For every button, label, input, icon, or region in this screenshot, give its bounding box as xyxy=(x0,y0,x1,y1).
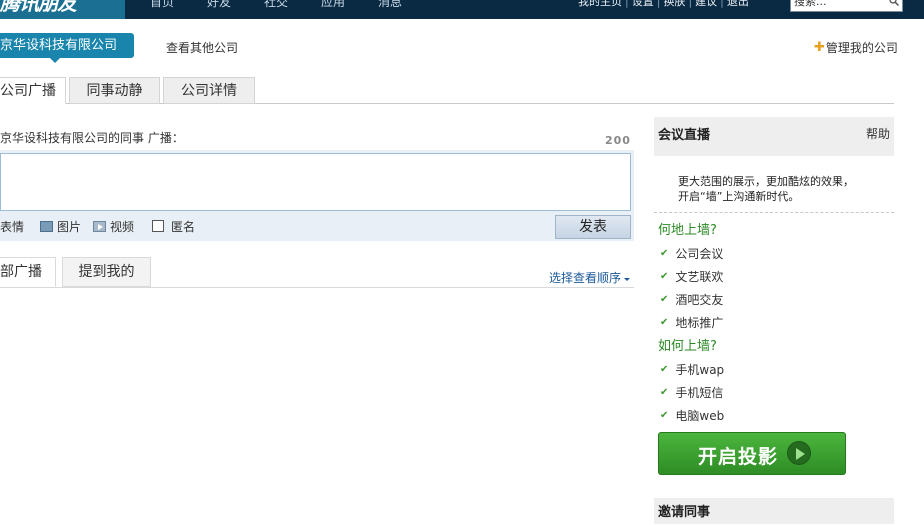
start-projection-label: 开启投影 xyxy=(698,446,779,468)
meeting-live-title: 会议直播 xyxy=(658,128,711,143)
help-link[interactable]: 帮助 xyxy=(866,125,890,142)
tab-all-broadcasts[interactable]: 部广播 xyxy=(0,257,56,287)
plus-icon: ✚ xyxy=(814,39,825,55)
tab-colleague-activity[interactable]: 同事动静 xyxy=(69,77,160,104)
feedback-link[interactable]: 建议 xyxy=(695,0,717,9)
publish-button[interactable]: 发表 xyxy=(555,215,631,239)
nav-messages[interactable]: 消息 xyxy=(378,0,435,9)
tab-company-broadcast[interactable]: 公司广播 xyxy=(0,77,66,104)
check-icon: ✔ xyxy=(660,387,669,398)
list-item-label: 酒吧交友 xyxy=(675,293,724,307)
list-item: ✔ 手机wap xyxy=(660,361,724,378)
company-name-tag[interactable]: 京华设科技有限公司 xyxy=(0,33,134,58)
image-icon xyxy=(40,220,54,232)
check-icon: ✔ xyxy=(660,248,669,259)
list-item: ✔ 手机短信 xyxy=(660,384,723,401)
video-label: 视频 xyxy=(110,219,135,234)
company-tabs: 公司广播 同事动静 公司详情 xyxy=(0,77,894,104)
anonymous-checkbox[interactable] xyxy=(152,220,165,232)
image-button[interactable]: 图片 xyxy=(40,218,81,235)
anonymous-label: 匿名 xyxy=(171,219,196,234)
where-title: 何地上墙? xyxy=(658,223,717,238)
settings-link[interactable]: 设置 xyxy=(632,0,654,9)
manage-company-link[interactable]: ✚ 管理我的公司 xyxy=(814,39,898,56)
divider: | xyxy=(656,0,661,8)
video-button[interactable]: 视频 xyxy=(93,218,134,235)
list-item-label: 电脑web xyxy=(675,409,725,423)
logout-link[interactable]: 退出 xyxy=(727,0,749,9)
meeting-live-header: 会议直播 帮助 xyxy=(654,117,894,156)
list-item: ✔ 文艺联欢 xyxy=(660,268,723,285)
meeting-live-description: 更大范围的展示，更加酷炫的效果， 开启“墙”上沟通新时代。 xyxy=(678,174,854,204)
broadcast-textarea[interactable] xyxy=(0,153,631,211)
desc-line: 开启“墙”上沟通新时代。 xyxy=(678,190,800,203)
tab-company-details[interactable]: 公司详情 xyxy=(163,77,255,104)
main-nav: 首页 好友 社交 应用 消息 xyxy=(150,0,435,9)
list-item-label: 地标推广 xyxy=(675,316,724,330)
list-item-label: 文艺联欢 xyxy=(675,270,724,284)
divider: | xyxy=(688,0,693,8)
start-projection-button[interactable]: 开启投影 xyxy=(658,432,846,475)
list-item: ✔ 酒吧交友 xyxy=(660,291,723,308)
sort-order-dropdown[interactable]: 选择查看顺序 xyxy=(549,269,631,286)
search-placeholder: 搜索... xyxy=(794,0,827,8)
top-navigation-bar: 腾讯朋友 首页 好友 社交 应用 消息 我的主页 | 设置 | 换肤 | 建议 | 退出… xyxy=(0,0,924,19)
check-icon: ✔ xyxy=(660,317,669,328)
view-other-companies-link[interactable]: 查看其他公司 xyxy=(166,39,238,56)
list-item-label: 手机短信 xyxy=(675,386,724,400)
emoji-button[interactable]: 表情 xyxy=(0,218,24,235)
divider: | xyxy=(625,0,629,8)
chevron-down-icon xyxy=(624,278,631,281)
search-icon[interactable] xyxy=(889,0,899,6)
list-item-label: 手机wap xyxy=(675,363,725,377)
list-item: ✔ 公司会议 xyxy=(660,245,723,262)
search-input[interactable]: 搜索... xyxy=(790,0,903,12)
list-item: ✔ 地标推广 xyxy=(660,314,723,331)
check-icon: ✔ xyxy=(660,364,669,375)
divider xyxy=(654,212,894,213)
divider: | xyxy=(720,0,724,8)
invite-colleagues-title: 邀请同事 xyxy=(658,505,711,520)
my-homepage-link[interactable]: 我的主页 xyxy=(578,0,622,9)
video-icon xyxy=(93,220,107,232)
composer-label: 京华设科技有限公司的同事 广播： xyxy=(0,131,184,145)
emoji-label: 表情 xyxy=(0,219,25,234)
check-icon: ✔ xyxy=(660,410,669,421)
char-counter: 200 xyxy=(605,134,631,147)
invite-colleagues-header: 邀请同事 xyxy=(654,498,894,524)
tag-pointer xyxy=(50,58,60,63)
sort-order-label: 选择查看顺序 xyxy=(549,271,622,285)
manage-company-label: 管理我的公司 xyxy=(825,41,898,55)
feed-tabs: 部广播 提到我的 xyxy=(0,257,634,288)
nav-home[interactable]: 首页 xyxy=(150,0,207,9)
composer-tools: 表情 图片 视频 匿名 xyxy=(0,218,207,234)
anonymous-toggle[interactable]: 匿名 xyxy=(152,218,195,235)
list-item: ✔ 电脑web xyxy=(660,407,724,424)
broadcast-composer: 表情 图片 视频 匿名 发表 xyxy=(0,150,634,241)
desc-line: 更大范围的展示，更加酷炫的效果， xyxy=(678,175,854,188)
nav-apps[interactable]: 应用 xyxy=(321,0,378,9)
user-links: 我的主页 | 设置 | 换肤 | 建议 | 退出 xyxy=(578,0,749,9)
how-title: 如何上墙? xyxy=(658,339,717,354)
list-item-label: 公司会议 xyxy=(675,247,724,261)
skin-link[interactable]: 换肤 xyxy=(663,0,685,9)
nav-friends[interactable]: 好友 xyxy=(207,0,264,9)
check-icon: ✔ xyxy=(660,294,669,305)
site-logo[interactable]: 腾讯朋友 xyxy=(0,0,125,19)
image-label: 图片 xyxy=(57,219,82,234)
check-icon: ✔ xyxy=(660,271,669,282)
nav-social[interactable]: 社交 xyxy=(264,0,321,9)
play-icon xyxy=(787,441,811,465)
tab-mentions[interactable]: 提到我的 xyxy=(62,257,151,287)
